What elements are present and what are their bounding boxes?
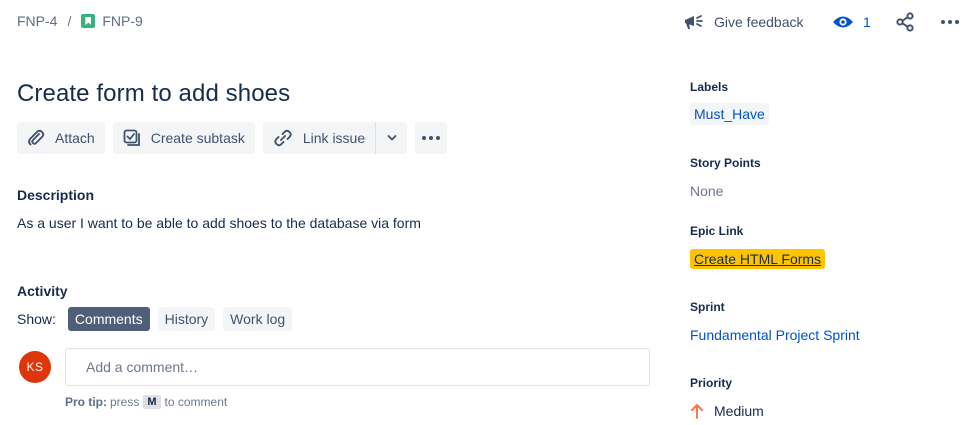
issue-toolbar: Attach Create subtask Link issue — [17, 122, 448, 154]
link-icon — [274, 129, 292, 147]
arrow-up-icon — [691, 404, 703, 419]
link-issue-button[interactable]: Link issue — [262, 122, 376, 154]
watch-button[interactable]: 1 — [832, 14, 871, 30]
link-issue-label: Link issue — [302, 130, 366, 146]
breadcrumb-parent-link[interactable]: FNP-4 — [17, 13, 57, 29]
more-icon[interactable] — [940, 12, 960, 32]
tab-comments[interactable]: Comments — [67, 307, 150, 331]
sprint-link[interactable]: Fundamental Project Sprint — [690, 327, 860, 343]
avatar[interactable]: KS — [19, 351, 51, 383]
story-points-field-label: Story Points — [690, 156, 761, 170]
tab-work-log[interactable]: Work log — [223, 307, 293, 331]
pro-tip-label: Pro tip: — [65, 395, 107, 409]
show-label: Show: — [17, 311, 56, 327]
priority-label: Medium — [714, 403, 764, 419]
keyboard-shortcut-key: M — [143, 395, 161, 409]
breadcrumb-current-link[interactable]: FNP-9 — [102, 13, 142, 29]
epic-link-tag[interactable]: Create HTML Forms — [690, 249, 826, 269]
watch-count: 1 — [863, 14, 871, 30]
issue-title[interactable]: Create form to add shoes — [17, 80, 290, 108]
link-issue-split-button: Link issue — [262, 122, 408, 154]
create-subtask-button[interactable]: Create subtask — [112, 122, 255, 154]
priority-field-label: Priority — [690, 376, 733, 390]
eye-icon — [833, 16, 853, 28]
megaphone-icon — [685, 15, 703, 29]
pro-tip-after: to comment — [164, 395, 228, 409]
pro-tip: Pro tip: press M to comment — [65, 395, 227, 409]
description-heading: Description — [17, 187, 95, 203]
breadcrumb-separator: / — [67, 13, 72, 29]
breadcrumb: FNP-4 / FNP-9 — [17, 13, 143, 29]
create-subtask-label: Create subtask — [150, 130, 245, 146]
more-icon — [422, 136, 441, 140]
description-text[interactable]: As a user I want to be able to add shoes… — [17, 215, 421, 231]
label-tag[interactable]: Must_Have — [690, 103, 769, 125]
subtask-icon — [123, 129, 140, 146]
attach-label: Attach — [55, 130, 95, 146]
give-feedback-button[interactable]: Give feedback — [682, 12, 822, 32]
story-points-value[interactable]: None — [690, 183, 723, 199]
give-feedback-label: Give feedback — [714, 14, 804, 30]
epic-link-field-label: Epic Link — [690, 224, 744, 238]
share-icon[interactable] — [895, 12, 915, 32]
comment-input[interactable]: Add a comment… — [65, 348, 650, 386]
pro-tip-before: press — [110, 395, 140, 409]
tab-history[interactable]: History — [157, 307, 216, 331]
link-issue-dropdown-button[interactable] — [375, 122, 408, 154]
paperclip-icon — [28, 129, 45, 146]
story-icon — [81, 14, 96, 28]
labels-field-label: Labels — [690, 80, 729, 94]
attach-button[interactable]: Attach — [17, 122, 105, 154]
more-actions-button[interactable] — [415, 122, 448, 154]
activity-heading: Activity — [17, 283, 68, 299]
chevron-down-icon — [387, 135, 397, 141]
priority-value[interactable]: Medium — [690, 403, 764, 419]
sprint-field-label: Sprint — [690, 300, 725, 314]
activity-filter: Show: Comments History Work log — [17, 307, 300, 331]
